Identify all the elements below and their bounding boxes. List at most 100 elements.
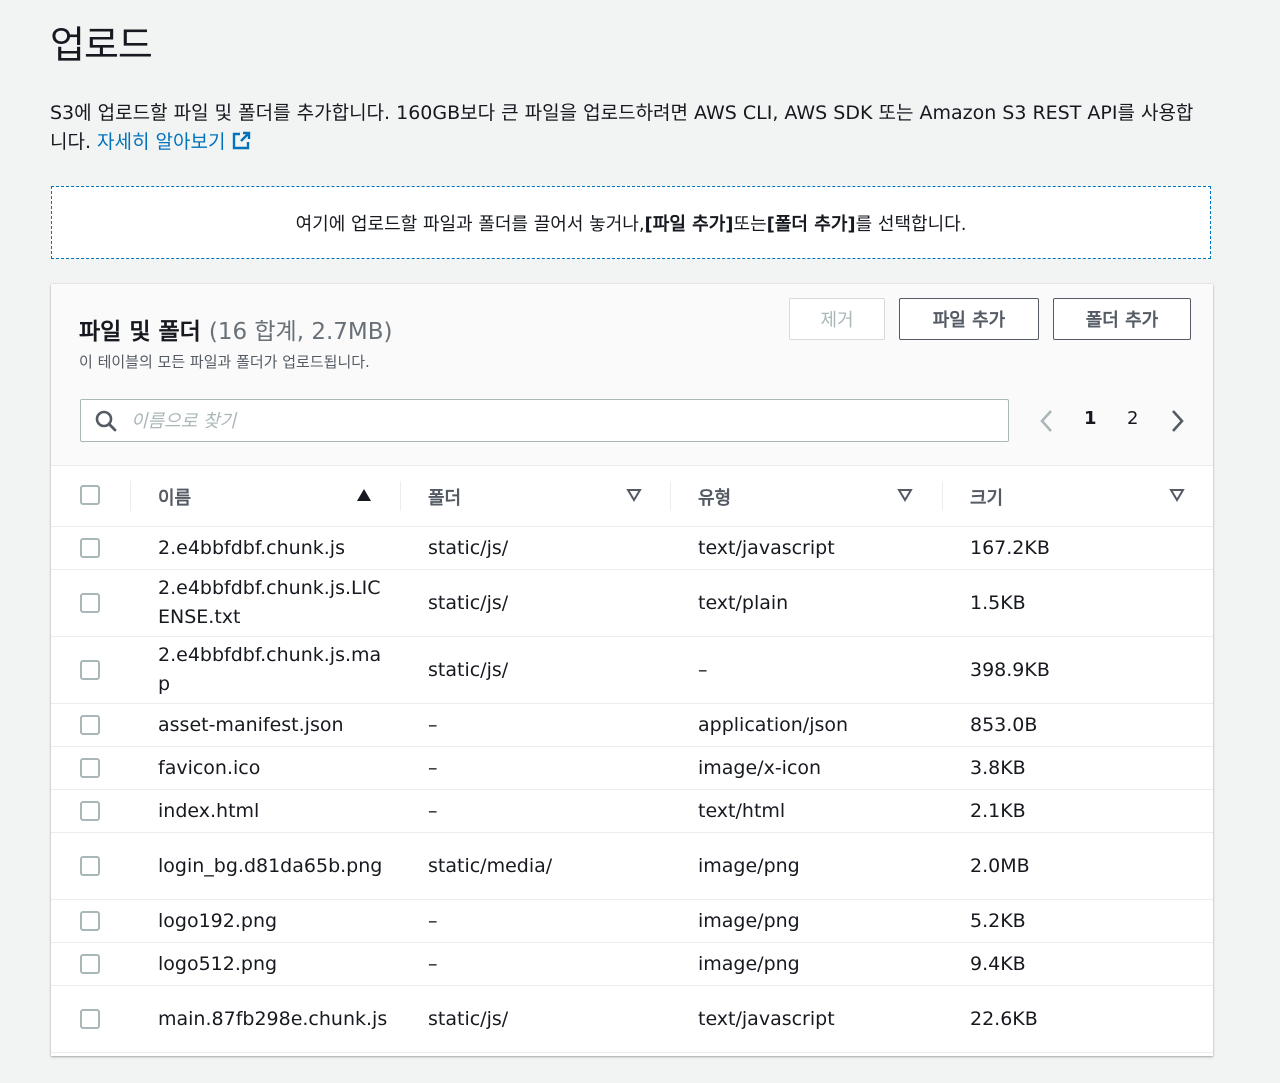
row-checkbox[interactable] [80, 1009, 100, 1029]
sort-caret-down-icon [626, 489, 642, 502]
file-name: 2.e4bbfdbf.chunk.js [130, 526, 400, 570]
file-type: text/javascript [670, 985, 942, 1053]
page-1-button[interactable]: 1 [1084, 408, 1097, 429]
row-checkbox[interactable] [80, 954, 100, 974]
search-icon [95, 410, 117, 432]
column-header-type[interactable]: 유형 [670, 465, 942, 527]
file-type: – [670, 636, 942, 704]
search-input[interactable] [129, 400, 993, 443]
panel-subtitle: 이 테이블의 모든 파일과 폴더가 업로드됩니다. [79, 353, 370, 371]
column-header-folder[interactable]: 폴더 [400, 465, 670, 527]
upload-dropzone[interactable]: 여기에 업로드할 파일과 폴더를 끌어서 놓거나, [파일 추가] 또는 [폴더… [51, 186, 1211, 259]
file-folder: static/js/ [400, 569, 670, 637]
row-select-cell [51, 942, 130, 986]
page-2-button[interactable]: 2 [1127, 408, 1138, 429]
file-folder: – [400, 899, 670, 943]
dropzone-add-files: [파일 추가] [644, 213, 734, 235]
file-size: 167.2KB [942, 526, 1213, 570]
column-label-folder: 폴더 [428, 488, 462, 509]
file-type: application/json [670, 703, 942, 747]
chevron-right-icon [1172, 410, 1184, 432]
row-checkbox[interactable] [80, 660, 100, 680]
learn-more-label: 자세히 알아보기 [97, 131, 226, 153]
add-folder-button[interactable]: 폴더 추가 [1053, 298, 1191, 340]
learn-more-link[interactable]: 자세히 알아보기 [97, 131, 251, 153]
file-type: image/png [670, 942, 942, 986]
file-name: main.87fb298e.chunk.js [130, 985, 400, 1053]
table-row[interactable]: index.html – text/html 2.1KB [51, 789, 1213, 833]
column-header-size[interactable]: 크기 [942, 465, 1213, 527]
prev-page-button[interactable] [1036, 404, 1058, 438]
file-count: (16 합계, 2.7MB) [208, 319, 393, 345]
files-panel: 파일 및 폴더 (16 합계, 2.7MB) 이 테이블의 모든 파일과 폴더가… [51, 284, 1213, 1056]
file-name: index.html [130, 789, 400, 833]
file-folder: – [400, 703, 670, 747]
table-row[interactable]: favicon.ico – image/x-icon 3.8KB [51, 746, 1213, 790]
panel-title-text: 파일 및 폴더 [79, 319, 201, 345]
dropzone-add-folder: [폴더 추가] [766, 213, 856, 235]
file-name: 2.e4bbfdbf.chunk.js.map [130, 636, 400, 704]
column-label-size: 크기 [970, 488, 1004, 509]
table-row[interactable]: asset-manifest.json – application/json 8… [51, 703, 1213, 747]
file-name: asset-manifest.json [130, 703, 400, 747]
file-folder: – [400, 942, 670, 986]
row-checkbox[interactable] [80, 801, 100, 821]
select-all-checkbox[interactable] [80, 485, 100, 505]
file-size: 398.9KB [942, 636, 1213, 704]
dropzone-middle: 또는 [733, 213, 767, 235]
table-row[interactable]: login_bg.d81da65b.png static/media/ imag… [51, 832, 1213, 900]
file-type: image/png [670, 832, 942, 900]
row-select-cell [51, 526, 130, 570]
file-folder: static/js/ [400, 526, 670, 570]
file-size: 2.0MB [942, 832, 1213, 900]
table-row[interactable]: logo512.png – image/png 9.4KB [51, 942, 1213, 986]
file-folder: – [400, 746, 670, 790]
row-checkbox[interactable] [80, 911, 100, 931]
file-type: text/html [670, 789, 942, 833]
file-name: logo512.png [130, 942, 400, 986]
column-divider [400, 481, 401, 511]
files-table: 이름 폴더 유형 크기 2.e4bbfdbf.chunk.js static/j… [51, 465, 1213, 1053]
row-select-cell [51, 569, 130, 637]
table-row[interactable]: 2.e4bbfdbf.chunk.js.LICENSE.txt static/j… [51, 569, 1213, 637]
file-size: 3.8KB [942, 746, 1213, 790]
file-folder: static/js/ [400, 636, 670, 704]
file-name: favicon.ico [130, 746, 400, 790]
file-folder: – [400, 789, 670, 833]
add-files-button[interactable]: 파일 추가 [899, 298, 1039, 340]
column-divider [670, 481, 671, 511]
file-size: 22.6KB [942, 985, 1213, 1053]
remove-button[interactable]: 제거 [789, 298, 885, 340]
next-page-button[interactable] [1166, 404, 1188, 438]
file-type: image/x-icon [670, 746, 942, 790]
file-type: image/png [670, 899, 942, 943]
file-size: 9.4KB [942, 942, 1213, 986]
dropzone-prefix: 여기에 업로드할 파일과 폴더를 끌어서 놓거나, [295, 213, 645, 235]
column-header-name[interactable]: 이름 [130, 465, 400, 527]
row-select-cell [51, 746, 130, 790]
file-size: 1.5KB [942, 569, 1213, 637]
table-row[interactable]: 2.e4bbfdbf.chunk.js.map static/js/ – 398… [51, 636, 1213, 704]
table-row[interactable]: logo192.png – image/png 5.2KB [51, 899, 1213, 943]
file-size: 2.1KB [942, 789, 1213, 833]
row-select-cell [51, 985, 130, 1053]
row-checkbox[interactable] [80, 856, 100, 876]
chevron-left-icon [1040, 410, 1052, 432]
row-checkbox[interactable] [80, 538, 100, 558]
file-type: text/javascript [670, 526, 942, 570]
column-divider [942, 481, 943, 511]
row-checkbox[interactable] [80, 758, 100, 778]
row-checkbox[interactable] [80, 715, 100, 735]
panel-header: 파일 및 폴더 (16 합계, 2.7MB) 이 테이블의 모든 파일과 폴더가… [51, 284, 1213, 466]
file-name: login_bg.d81da65b.png [130, 832, 400, 900]
row-checkbox[interactable] [80, 593, 100, 613]
file-name: 2.e4bbfdbf.chunk.js.LICENSE.txt [130, 569, 400, 637]
table-row[interactable]: 2.e4bbfdbf.chunk.js static/js/ text/java… [51, 526, 1213, 570]
column-divider [130, 481, 131, 511]
sort-caret-down-icon [897, 489, 913, 502]
column-label-name: 이름 [158, 488, 192, 509]
file-type: text/plain [670, 569, 942, 637]
sort-caret-down-icon [1169, 489, 1185, 502]
table-row[interactable]: main.87fb298e.chunk.js static/js/ text/j… [51, 985, 1213, 1053]
search-box [80, 399, 1009, 443]
